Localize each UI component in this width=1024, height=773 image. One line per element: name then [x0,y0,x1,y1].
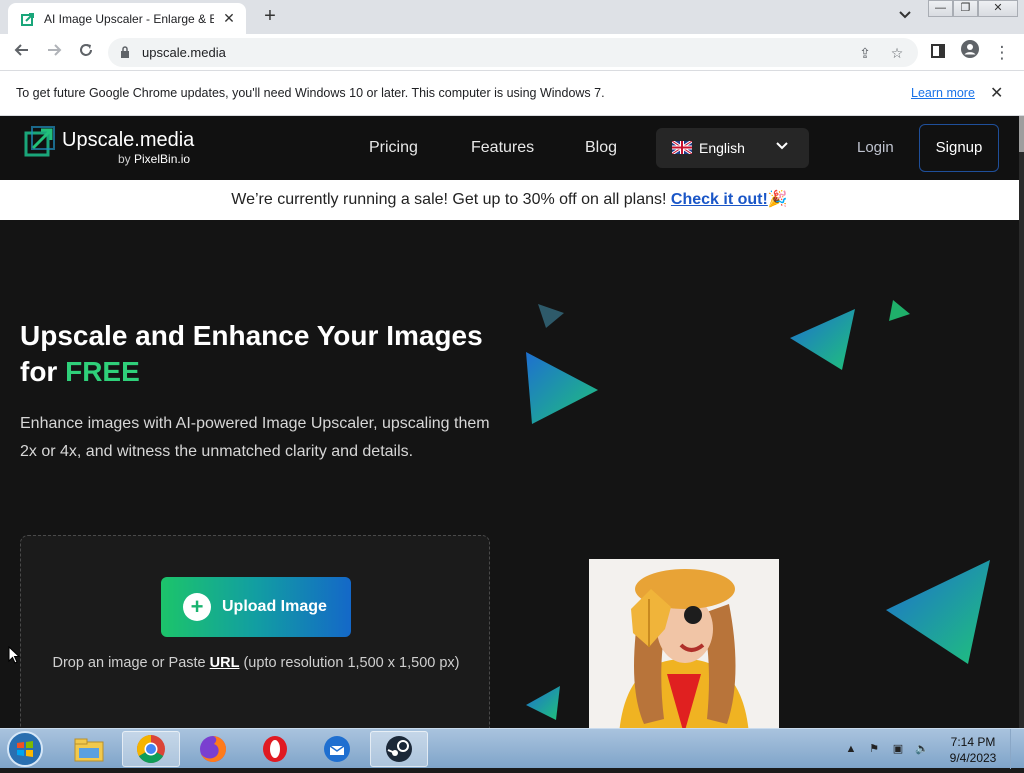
triangle-shape [790,309,855,370]
nav-pricing[interactable]: Pricing [369,139,418,157]
clock-time: 7:14 PM [950,735,996,749]
hero-title: Upscale and Enhance Your Images for FREE [20,318,500,390]
site-header: Upscale.media by PixelBin.io Pricing Fea… [0,116,1019,180]
tab-title: AI Image Upscaler - Enlarge & En [44,11,214,26]
opera-icon[interactable] [246,731,304,767]
show-hidden-icons-icon[interactable]: ▲ [843,741,859,757]
file-explorer-icon[interactable] [60,731,118,767]
page-scrollbar[interactable] [1019,116,1024,728]
upscale-logo-icon[interactable] [24,125,56,157]
hero-section: Upscale and Enhance Your Images for FREE… [0,220,1019,728]
sale-banner: We’re currently running a sale! Get up t… [0,180,1019,220]
maximize-button[interactable]: ❐ [953,0,978,17]
upscale-favicon-icon [20,11,36,27]
chrome-update-infobar: To get future Google Chrome updates, you… [0,71,1024,116]
logo-by-prefix: by [118,152,135,166]
learn-more-link[interactable]: Learn more [911,86,975,100]
hero-title-line1: Upscale and Enhance Your Images [20,320,483,351]
logo-by-brand: PixelBin.io [134,152,191,166]
scrollbar-thumb[interactable] [1019,116,1024,152]
mouse-cursor-icon [8,645,21,664]
uk-flag-icon [671,139,693,156]
address-bar[interactable]: upscale.media ⇪ ☆ [108,38,918,67]
signup-button[interactable]: Signup [919,124,999,172]
nav-features[interactable]: Features [471,139,534,157]
upload-image-button[interactable]: + Upload Image [161,577,351,637]
sample-photo-woman-with-leaf [589,559,779,728]
volume-icon[interactable]: 🔈 [914,741,930,757]
windows-taskbar: ▲ ⚑ ▣ 🔈 7:14 PM 9/4/2023 [0,728,1024,769]
thunderbird-icon[interactable] [308,731,366,767]
side-panel-icon[interactable] [925,40,951,66]
nav-blog[interactable]: Blog [585,139,617,157]
close-window-button[interactable]: ✕ [978,0,1018,17]
hero-title-free: FREE [65,356,140,387]
lock-icon [120,45,130,59]
bookmark-star-icon[interactable]: ☆ [887,43,907,63]
browser-tab[interactable]: AI Image Upscaler - Enlarge & En ✕ [8,3,246,34]
system-clock[interactable]: 7:14 PM 9/4/2023 [944,734,1002,766]
triangle-shape [526,352,598,424]
url-text: upscale.media [142,45,226,60]
clock-date: 9/4/2023 [949,751,997,765]
logo-byline: by PixelBin.io [118,152,190,166]
show-desktop-button[interactable] [1010,729,1024,769]
check-it-out-link[interactable]: Check it out! [671,191,768,208]
chevron-down-icon [776,139,788,153]
party-popper-icon: 🎉 [767,191,788,208]
infobar-close-icon[interactable]: ✕ [990,83,1003,103]
drop-prefix: Drop an image or Paste [52,655,210,671]
back-arrow-icon[interactable] [9,40,35,66]
triangle-shape [889,300,910,321]
firefox-icon[interactable] [184,731,242,767]
minimize-button[interactable]: — [928,0,953,17]
browser-toolbar: upscale.media ⇪ ☆ ⋮ [0,34,1024,71]
triangle-shape [538,304,564,328]
chrome-icon[interactable] [122,731,180,767]
start-button-windows-icon[interactable] [6,730,46,768]
triangle-shape [886,560,990,664]
triangle-shape [526,686,560,720]
hero-title-for: for [20,356,66,387]
paste-url-link[interactable]: URL [210,655,240,671]
profile-avatar-icon[interactable] [957,40,983,66]
upload-image-label: Upload Image [222,598,327,615]
steam-icon[interactable] [370,731,428,767]
logo-name[interactable]: Upscale.media [62,129,194,152]
language-label: English [699,140,745,156]
sale-text: We’re currently running a sale! Get up t… [231,191,671,208]
hero-description: Enhance images with AI-powered Image Ups… [20,415,490,460]
language-select[interactable]: English [656,128,809,168]
plus-icon: + [183,593,211,621]
login-link[interactable]: Login [857,139,894,156]
drop-suffix: (upto resolution 1,500 x 1,500 px) [239,655,460,671]
menu-kebab-icon[interactable]: ⋮ [989,40,1015,66]
network-icon[interactable]: ▣ [890,741,906,757]
action-center-flag-icon[interactable]: ⚑ [866,741,882,757]
tab-search-chevron-down-icon[interactable] [895,8,915,26]
infobar-message: To get future Google Chrome updates, you… [16,86,605,100]
share-icon[interactable]: ⇪ [855,43,875,63]
browser-tab-strip: AI Image Upscaler - Enlarge & En ✕ + — ❐… [0,0,1024,34]
new-tab-button[interactable]: + [258,6,282,27]
drop-instructions: Drop an image or Paste URL (upto resolut… [51,649,461,678]
forward-arrow-icon[interactable] [41,40,67,66]
upload-dropzone[interactable]: + Upload Image Drop an image or Paste UR… [20,535,490,728]
reload-icon[interactable] [73,40,99,66]
tab-close-icon[interactable]: ✕ [220,10,238,28]
